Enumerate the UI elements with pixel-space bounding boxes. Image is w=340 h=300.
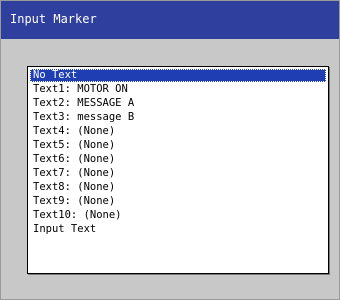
marker-text-listbox[interactable]: No Text Text1: MOTOR ON Text2: MESSAGE A… xyxy=(27,66,329,274)
list-item-no-text[interactable]: No Text xyxy=(30,69,326,82)
list-item-text9[interactable]: Text9: (None) xyxy=(30,195,326,208)
window-title: Input Marker xyxy=(10,12,97,26)
title-bar[interactable]: Input Marker xyxy=(1,1,339,39)
list-item-text10[interactable]: Text10: (None) xyxy=(30,209,326,222)
list-item-text6[interactable]: Text6: (None) xyxy=(30,153,326,166)
list-item-text4[interactable]: Text4: (None) xyxy=(30,125,326,138)
list-item-text3[interactable]: Text3: message B xyxy=(30,111,326,124)
input-marker-window: Input Marker No Text Text1: MOTOR ON Tex… xyxy=(0,0,340,300)
list-item-text5[interactable]: Text5: (None) xyxy=(30,139,326,152)
list-item-text7[interactable]: Text7: (None) xyxy=(30,167,326,180)
list-item-input-text[interactable]: Input Text xyxy=(30,223,326,236)
list-item-text1[interactable]: Text1: MOTOR ON xyxy=(30,83,326,96)
list-item-text2[interactable]: Text2: MESSAGE A xyxy=(30,97,326,110)
list-item-text8[interactable]: Text8: (None) xyxy=(30,181,326,194)
